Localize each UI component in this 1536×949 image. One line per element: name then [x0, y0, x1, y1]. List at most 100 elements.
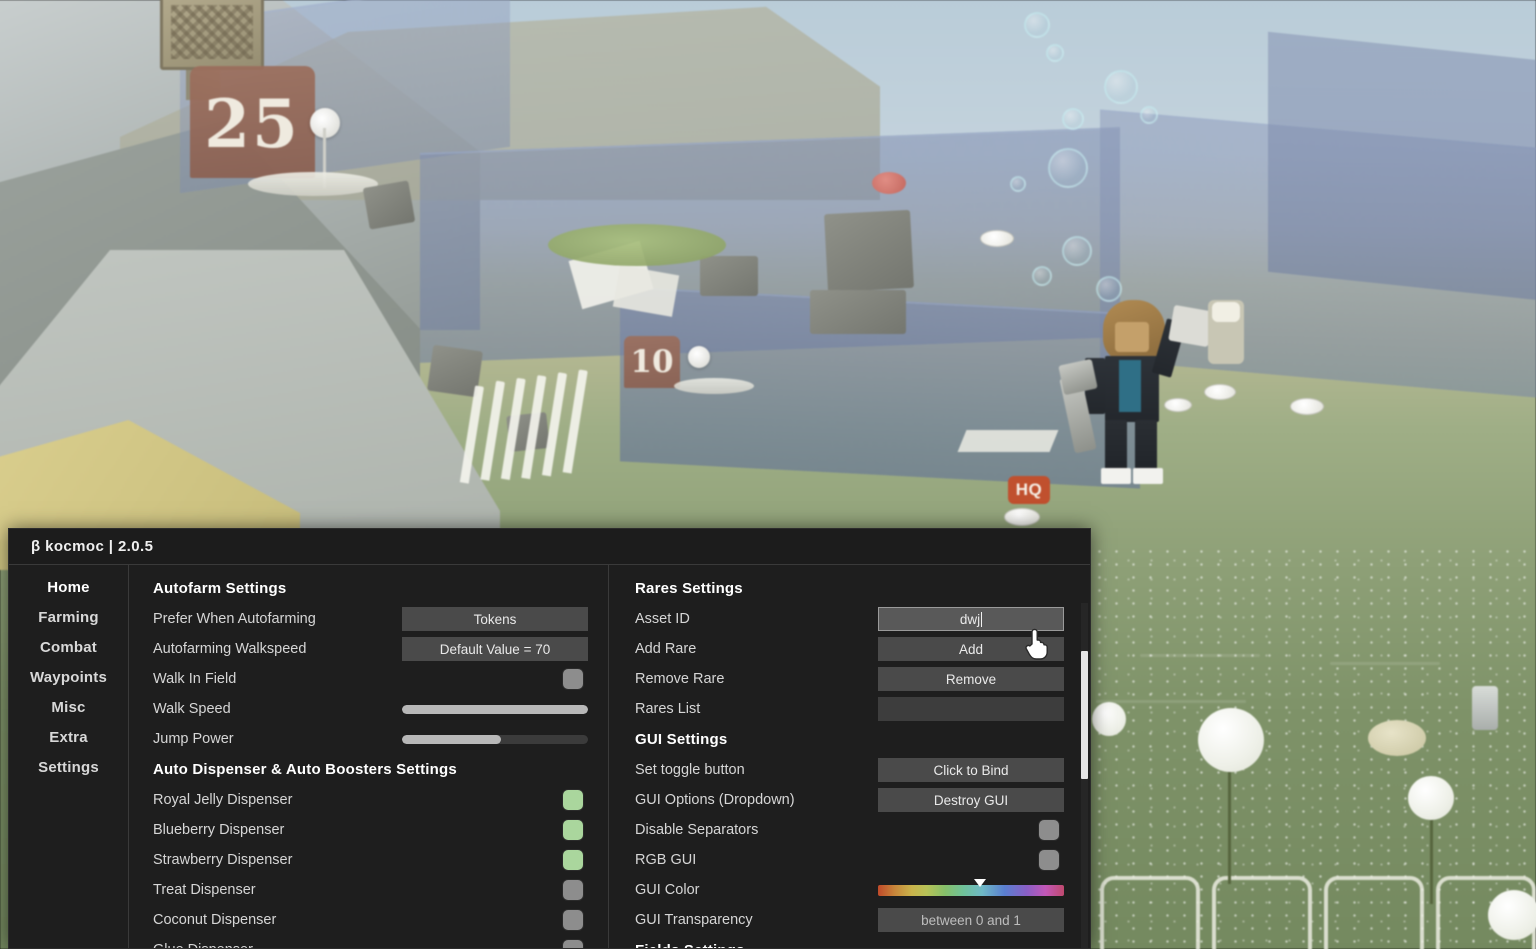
mouse-cursor-pointer: [1025, 628, 1048, 660]
picket-fence-group: [459, 366, 618, 507]
control-remove-rare: Remove: [878, 667, 1064, 691]
field-number-label: 10: [630, 344, 674, 380]
dandelion-puff-2: [1408, 776, 1454, 820]
row-disable-separators: Disable Separators: [635, 815, 1064, 845]
slider-jump-power[interactable]: [402, 734, 588, 744]
toggle-coconut-dispenser[interactable]: [562, 909, 584, 931]
panel-body: Home Farming Combat Waypoints Misc Extra…: [9, 565, 1090, 948]
label-walk-speed: Walk Speed: [153, 701, 231, 717]
section-header-gui: GUI Settings: [635, 731, 728, 748]
control-rgb-gui: [1038, 849, 1060, 871]
sidebar-item-settings[interactable]: Settings: [9, 753, 128, 783]
control-walk-speed: [402, 704, 588, 714]
field-dispenser: [1472, 686, 1498, 730]
bubble-6: [1010, 176, 1026, 192]
control-set-toggle-button: Click to Bind: [878, 758, 1064, 782]
label-disable-separators: Disable Separators: [635, 822, 759, 838]
input-autofarming-walkspeed[interactable]: Default Value = 70: [402, 637, 588, 661]
kocmoc-mod-menu-panel[interactable]: β kocmoc | 2.0.5 Home Farming Combat Way…: [8, 528, 1091, 949]
section-header-fields: Fields Settings: [635, 935, 1064, 948]
row-royal-jelly-dispenser: Royal Jelly Dispenser: [153, 785, 598, 815]
bubble-1: [1024, 12, 1050, 38]
label-coconut-dispenser: Coconut Dispenser: [153, 912, 277, 928]
row-rares-list: Rares List: [635, 694, 1064, 724]
label-rgb-gui: RGB GUI: [635, 852, 697, 868]
remove-rare-button[interactable]: Remove: [878, 667, 1064, 691]
sidebar-nav: Home Farming Combat Waypoints Misc Extra…: [9, 565, 129, 948]
row-autofarming-walkspeed: Autofarming Walkspeed Default Value = 70: [153, 634, 598, 664]
control-royal-jelly-dispenser: [562, 789, 584, 811]
sidebar-item-farming[interactable]: Farming: [9, 603, 128, 633]
dropdown-gui-options[interactable]: Destroy GUI: [878, 788, 1064, 812]
column-rares-gui: Rares Settings Asset ID dwj Add Rare Add: [609, 565, 1090, 948]
control-gui-transparency: between 0 and 1: [878, 908, 1064, 932]
row-walk-in-field: Walk In Field: [153, 664, 598, 694]
hq-badge: HQ: [1008, 476, 1050, 504]
row-gui-color: GUI Color: [635, 875, 1064, 905]
sidebar-item-waypoints[interactable]: Waypoints: [9, 663, 128, 693]
hq-pad: [1004, 508, 1040, 526]
bubble-10: [1140, 106, 1158, 124]
control-gui-options: Destroy GUI: [878, 788, 1064, 812]
label-gui-options: GUI Options (Dropdown): [635, 792, 795, 808]
label-prefer-when-autofarming: Prefer When Autofarming: [153, 611, 316, 627]
click-to-bind-button[interactable]: Click to Bind: [878, 758, 1064, 782]
row-remove-rare: Remove Rare Remove: [635, 664, 1064, 694]
row-strawberry-dispenser: Strawberry Dispenser: [153, 845, 598, 875]
avatar-backpack: [1168, 304, 1214, 348]
toggle-glue-dispenser[interactable]: [562, 939, 584, 948]
label-walk-in-field: Walk In Field: [153, 671, 237, 687]
text-caret: [981, 611, 983, 627]
field-stripe-1: [1140, 654, 1260, 657]
toggle-treat-dispenser[interactable]: [562, 879, 584, 901]
bubble-4: [1062, 108, 1084, 130]
sidebar-item-extra[interactable]: Extra: [9, 723, 128, 753]
control-gui-color: [878, 878, 1064, 896]
row-glue-dispenser: Glue Dispenser: [153, 935, 598, 948]
control-disable-separators: [1038, 819, 1060, 841]
hive-pad: [248, 172, 378, 196]
avatar-left-leg: [1105, 420, 1127, 474]
panel-scrollbar[interactable]: [1081, 603, 1088, 948]
color-slider-gui-color[interactable]: [878, 878, 1064, 896]
panel-scrollbar-thumb[interactable]: [1081, 651, 1088, 779]
rares-list-box[interactable]: [878, 697, 1064, 721]
input-gui-transparency[interactable]: between 0 and 1: [878, 908, 1064, 932]
toggle-royal-jelly-dispenser[interactable]: [562, 789, 584, 811]
toggle-disable-separators[interactable]: [1038, 819, 1060, 841]
scene-crate-2: [810, 290, 906, 334]
dropdown-prefer-when-autofarming[interactable]: Tokens: [402, 607, 588, 631]
dandelion-stem-2: [1430, 806, 1433, 904]
field-stripe-3: [1096, 700, 1246, 703]
control-blueberry-dispenser: [562, 819, 584, 841]
sidebar-item-combat[interactable]: Combat: [9, 633, 128, 663]
bubble-9: [1096, 276, 1122, 302]
sidebar-item-misc[interactable]: Misc: [9, 693, 128, 723]
row-add-rare: Add Rare Add: [635, 634, 1064, 664]
toggle-rgb-gui[interactable]: [1038, 849, 1060, 871]
toggle-blueberry-dispenser[interactable]: [562, 819, 584, 841]
toggle-walk-in-field[interactable]: [562, 668, 584, 690]
field-stripe-2: [1330, 662, 1440, 665]
label-blueberry-dispenser: Blueberry Dispenser: [153, 822, 285, 838]
label-set-toggle-button: Set toggle button: [635, 762, 745, 778]
control-prefer-when-autofarming: Tokens: [402, 607, 588, 631]
color-slider-knob: [974, 878, 987, 887]
section-header-rares: Rares Settings: [635, 580, 743, 597]
scene-crate-1: [824, 209, 914, 293]
sidebar-item-home[interactable]: Home: [9, 573, 128, 603]
label-remove-rare: Remove Rare: [635, 671, 725, 687]
field-sticker-pad: [1368, 720, 1426, 756]
field-cell-3: [1324, 876, 1424, 949]
toggle-strawberry-dispenser[interactable]: [562, 849, 584, 871]
dandelion-puff-1: [1198, 708, 1264, 772]
player-avatar: [1058, 300, 1214, 490]
slider-walk-speed[interactable]: [402, 704, 588, 714]
field-token: [688, 346, 710, 368]
scene-token-4: [980, 230, 1014, 247]
hive-number-label: 25: [204, 85, 300, 163]
panel-titlebar[interactable]: β kocmoc | 2.0.5: [9, 529, 1090, 565]
label-rares-list: Rares List: [635, 701, 701, 717]
scene-token-2: [1290, 398, 1324, 415]
bubble-7: [1062, 236, 1092, 266]
